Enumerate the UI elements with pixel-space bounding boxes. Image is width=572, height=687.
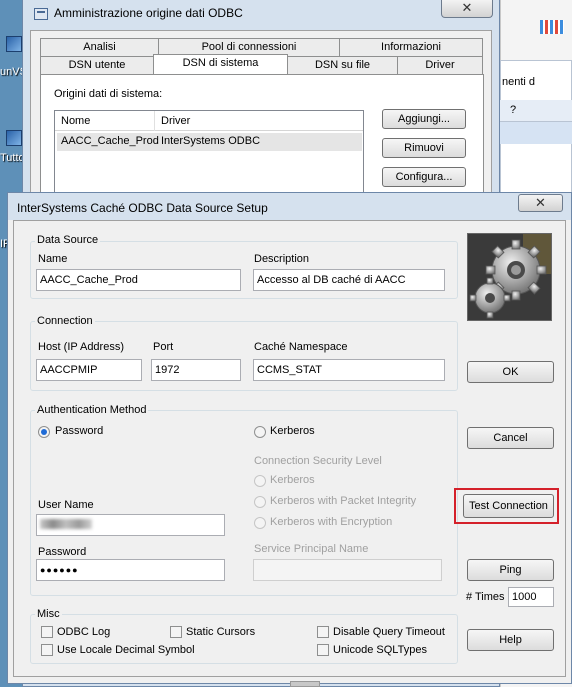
redacted-username <box>40 519 92 529</box>
description-label: Description <box>254 253 310 265</box>
intersystems-logo <box>467 233 552 321</box>
host-field[interactable]: AACCPMIP <box>36 359 142 381</box>
security-integrity-radio[interactable] <box>254 496 266 508</box>
name-field[interactable]: AACC_Cache_Prod <box>36 269 241 291</box>
ok-button[interactable]: OK <box>467 361 554 383</box>
namespace-field[interactable]: CCMS_STAT <box>253 359 445 381</box>
column-header-driver[interactable]: Driver <box>155 111 190 131</box>
tab-driver[interactable]: Driver <box>397 56 483 74</box>
window-title: Amministrazione origine dati ODBC <box>54 6 243 20</box>
data-source-group-title: Data Source <box>35 234 101 246</box>
odbc-log-checkbox[interactable] <box>41 626 53 638</box>
help-button[interactable]: Help <box>467 629 554 651</box>
security-encryption-label: Kerberos with Encryption <box>270 516 393 528</box>
background-window-row <box>500 122 572 144</box>
odbc-log-label[interactable]: ODBC Log <box>57 626 110 638</box>
gears-icon <box>468 234 551 320</box>
background-window-text: nenti d <box>502 76 536 88</box>
locale-decimal-label[interactable]: Use Locale Decimal Symbol <box>57 644 195 656</box>
kerberos-radio-label[interactable]: Kerberos <box>270 425 315 437</box>
remove-button[interactable]: Rimuovi <box>382 138 466 158</box>
static-cursors-checkbox[interactable] <box>170 626 182 638</box>
system-dsn-label: Origini dati di sistema: <box>54 88 163 100</box>
cancel-button[interactable]: Cancel <box>467 427 554 449</box>
dsn-driver: InterSystems ODBC <box>161 135 261 147</box>
security-integrity-label: Kerberos with Packet Integrity <box>270 495 417 507</box>
odbc-app-icon <box>34 8 48 20</box>
list-item[interactable]: AACC_Cache_Prod InterSystems ODBC <box>57 133 362 151</box>
namespace-label: Caché Namespace <box>254 341 348 353</box>
tab-analisi[interactable]: Analisi <box>40 38 159 56</box>
tab-dsn-utente[interactable]: DSN utente <box>40 56 154 74</box>
port-label: Port <box>153 341 174 353</box>
unicode-sqltypes-label[interactable]: Unicode SQLTypes <box>333 644 427 656</box>
password-label: Password <box>38 546 87 558</box>
ping-button[interactable]: Ping <box>467 559 554 581</box>
shortcut-icon[interactable] <box>6 36 22 52</box>
locale-decimal-checkbox[interactable] <box>41 644 53 656</box>
ribbon-icon <box>540 20 564 34</box>
disable-query-timeout-checkbox[interactable] <box>317 626 329 638</box>
column-header-nome[interactable]: Nome <box>55 111 155 131</box>
system-dsn-list[interactable]: Nome Driver AACC_Cache_Prod InterSystems… <box>54 110 364 200</box>
shortcut-icon[interactable] <box>6 130 22 146</box>
dialog-close-button[interactable]: ✕ <box>518 194 563 212</box>
close-button[interactable]: ✕ <box>441 0 493 18</box>
misc-group <box>30 614 458 664</box>
tab-dsn-file[interactable]: DSN su file <box>287 56 398 74</box>
static-cursors-label[interactable]: Static Cursors <box>186 626 255 638</box>
security-kerberos-radio[interactable] <box>254 475 266 487</box>
security-kerberos-label: Kerberos <box>270 474 315 486</box>
tab-dsn-sistema[interactable]: DSN di sistema <box>153 54 288 74</box>
password-radio[interactable] <box>38 426 50 438</box>
description-field[interactable]: Accesso al DB caché di AACC <box>253 269 445 291</box>
host-label: Host (IP Address) <box>38 341 124 353</box>
authentication-group-title: Authentication Method <box>35 404 149 416</box>
password-radio-label[interactable]: Password <box>55 425 103 437</box>
add-button[interactable]: Aggiungi... <box>382 109 466 129</box>
help-icon[interactable]: ? <box>510 104 516 116</box>
security-encryption-radio[interactable] <box>254 517 266 529</box>
name-label: Name <box>38 253 68 265</box>
desktop-icon-label: Tutto <box>0 152 25 164</box>
scrollbar-thumb[interactable] <box>290 681 320 687</box>
configure-button[interactable]: Configura... <box>382 167 466 187</box>
spn-label: Service Principal Name <box>254 543 369 555</box>
username-label: User Name <box>38 499 94 511</box>
dialog-title: InterSystems Caché ODBC Data Source Setu… <box>17 201 268 215</box>
tab-informazioni[interactable]: Informazioni <box>339 38 483 56</box>
times-label: # Times <box>466 591 505 603</box>
dsn-name: AACC_Cache_Prod <box>61 135 159 147</box>
times-field[interactable]: 1000 <box>508 587 554 607</box>
disable-query-timeout-label[interactable]: Disable Query Timeout <box>333 626 445 638</box>
security-level-label: Connection Security Level <box>254 455 382 467</box>
unicode-sqltypes-checkbox[interactable] <box>317 644 329 656</box>
port-field[interactable]: 1972 <box>151 359 241 381</box>
connection-group-title: Connection <box>35 315 95 327</box>
misc-group-title: Misc <box>35 608 62 620</box>
spn-field[interactable] <box>253 559 442 581</box>
password-field[interactable]: ●●●●●● <box>36 559 225 581</box>
test-connection-highlight <box>454 488 559 524</box>
kerberos-radio[interactable] <box>254 426 266 438</box>
